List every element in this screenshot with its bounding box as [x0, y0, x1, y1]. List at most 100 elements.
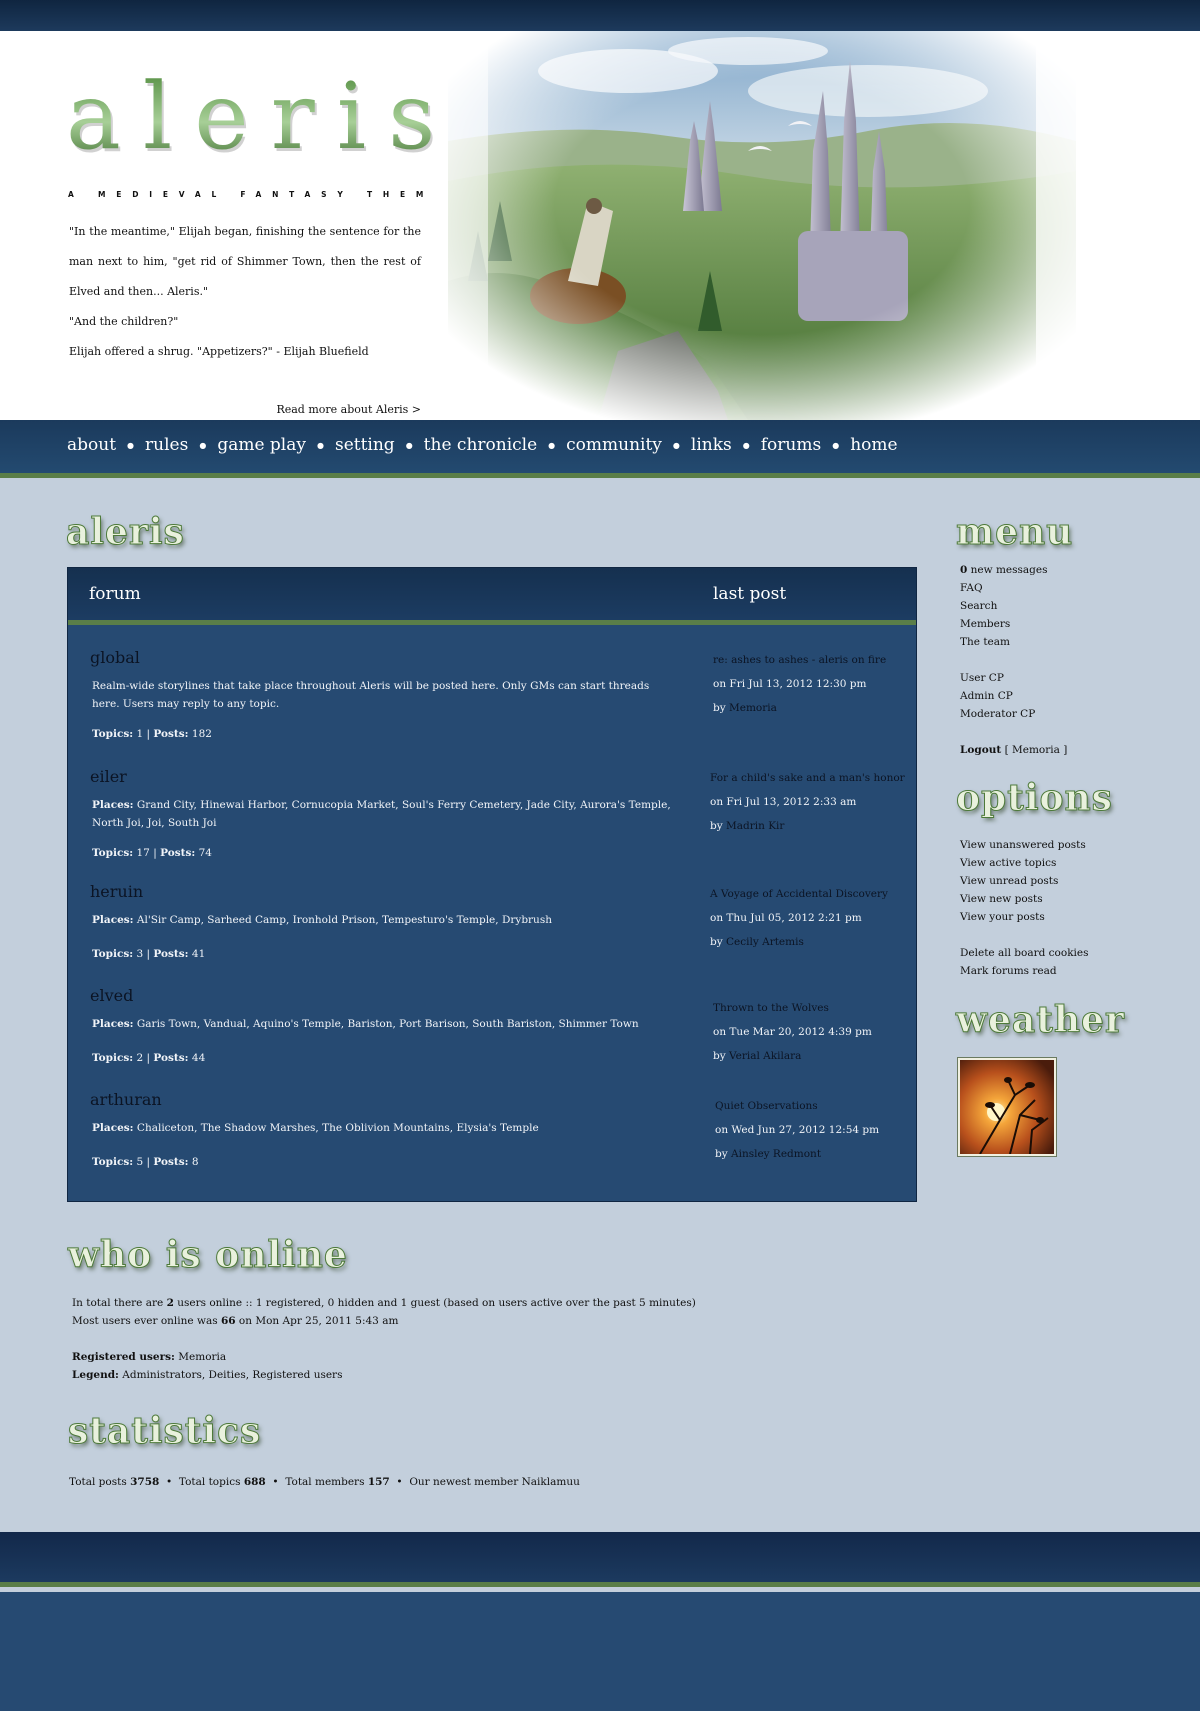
- topics-count: 17: [136, 847, 150, 859]
- nav-separator: ●: [316, 440, 324, 450]
- read-more-link[interactable]: Read more about Aleris >: [200, 403, 421, 416]
- menu-user-cp[interactable]: User CP: [960, 672, 1004, 684]
- site-logo[interactable]: aleris: [66, 67, 457, 167]
- places-list: Chaliceton, The Shadow Marshes, The Obli…: [136, 1122, 539, 1134]
- online-count: 2: [166, 1297, 174, 1309]
- view-unanswered-posts[interactable]: View unanswered posts: [960, 839, 1086, 851]
- total-topics-value: 688: [243, 1476, 266, 1488]
- last-post-author[interactable]: Memoria: [729, 702, 777, 714]
- nav-separator: ●: [832, 440, 840, 450]
- last-post-author[interactable]: Cecily Artemis: [726, 936, 804, 948]
- menu-search[interactable]: Search: [960, 600, 997, 612]
- nav-forums[interactable]: forums: [761, 435, 821, 455]
- posts-count: 182: [191, 728, 212, 740]
- nav-the-chronicle[interactable]: the chronicle: [424, 435, 537, 455]
- nav-game-play[interactable]: game play: [217, 435, 306, 455]
- logout-label: Logout: [960, 744, 1002, 756]
- topics-count: 2: [136, 1052, 144, 1064]
- posts-count: 74: [198, 847, 212, 859]
- nav-setting[interactable]: setting: [335, 435, 395, 455]
- statistics-title: statistics: [67, 1410, 262, 1453]
- registered-user-link[interactable]: Memoria: [178, 1351, 226, 1363]
- forum-table-header: forum last post: [68, 568, 916, 625]
- last-post-date: on Wed Jun 27, 2012 12:54 pm: [715, 1124, 880, 1136]
- last-post-link[interactable]: Quiet Observations: [715, 1094, 915, 1118]
- footer-band: [0, 1532, 1200, 1587]
- category-title: aleris: [66, 511, 185, 554]
- newest-member-link[interactable]: Naiklamuu: [522, 1476, 580, 1488]
- forum-title[interactable]: global: [90, 648, 140, 667]
- online-total-line: In total there are 2 users online :: 1 r…: [72, 1294, 696, 1312]
- logout-user: [ Memoria ]: [1004, 744, 1068, 756]
- delete-board-cookies[interactable]: Delete all board cookies: [960, 947, 1089, 959]
- stat-bullet: •: [396, 1476, 403, 1488]
- nav-links[interactable]: links: [691, 435, 732, 455]
- last-post-info: A Voyage of Accidental Discovery on Thu …: [710, 882, 915, 954]
- last-post-author[interactable]: Madrin Kir: [726, 820, 784, 832]
- stats-separator: |: [146, 948, 151, 960]
- view-active-topics[interactable]: View active topics: [960, 857, 1056, 869]
- forum-title[interactable]: heruin: [90, 882, 143, 901]
- posts-label: Posts:: [153, 948, 189, 960]
- nav-rules[interactable]: rules: [145, 435, 188, 455]
- last-post-author[interactable]: Ainsley Redmont: [731, 1148, 821, 1160]
- online-text: users online :: 1 registered, 0 hidden a…: [177, 1297, 696, 1309]
- places-label: Places:: [92, 799, 134, 811]
- menu-members[interactable]: Members: [960, 618, 1010, 630]
- last-post-link[interactable]: re: ashes to ashes - aleris on fire: [713, 648, 913, 672]
- stat-label: Total posts: [69, 1476, 127, 1488]
- posts-count: 44: [191, 1052, 206, 1064]
- nav-about[interactable]: about: [67, 435, 116, 455]
- posts-label: Posts:: [153, 728, 189, 740]
- topics-label: Topics:: [92, 847, 134, 859]
- forum-title[interactable]: arthuran: [90, 1090, 162, 1109]
- options-title: options: [956, 777, 1113, 820]
- last-post-link[interactable]: Thrown to the Wolves: [713, 996, 913, 1020]
- last-post-info: For a child's sake and a man's honor on …: [710, 766, 915, 838]
- places-list: Al'Sir Camp, Sarheed Camp, Ironhold Pris…: [136, 914, 552, 926]
- nav-home[interactable]: home: [850, 435, 897, 455]
- forum-row: heruin Places: Al'Sir Camp, Sarheed Camp…: [68, 882, 916, 977]
- stats-separator: |: [153, 847, 157, 859]
- forum-title[interactable]: eiler: [90, 767, 127, 786]
- view-your-posts[interactable]: View your posts: [960, 911, 1045, 923]
- forum-stats: Topics: 3 | Posts: 41: [92, 948, 205, 960]
- new-messages-link[interactable]: 0 new messages: [960, 564, 1048, 576]
- by-label: by: [715, 1148, 728, 1160]
- nav-community[interactable]: community: [566, 435, 662, 455]
- forum-places: Places: Chaliceton, The Shadow Marshes, …: [92, 1119, 672, 1137]
- nav-separator: ●: [672, 440, 680, 450]
- view-new-posts[interactable]: View new posts: [960, 893, 1043, 905]
- new-messages-label: new messages: [970, 564, 1048, 576]
- forum-stats: Topics: 1 | Posts: 182: [92, 728, 212, 740]
- mark-forums-read[interactable]: Mark forums read: [960, 965, 1057, 977]
- places-label: Places:: [92, 1018, 134, 1030]
- online-record-line: Most users ever online was 66 on Mon Apr…: [72, 1312, 696, 1330]
- stat-label: Total topics: [178, 1476, 241, 1488]
- menu-moderator-cp[interactable]: Moderator CP: [960, 708, 1035, 720]
- forum-title[interactable]: elved: [90, 986, 133, 1005]
- by-label: by: [710, 820, 723, 832]
- menu-faq[interactable]: FAQ: [960, 582, 983, 594]
- logout-link[interactable]: Logout [ Memoria ]: [960, 744, 1067, 756]
- last-post-link[interactable]: For a child's sake and a man's honor: [710, 766, 915, 790]
- last-post-link[interactable]: A Voyage of Accidental Discovery: [710, 882, 915, 906]
- weather-title: weather: [956, 999, 1125, 1042]
- menu-admin-cp[interactable]: Admin CP: [960, 690, 1013, 702]
- menu-list: 0 new messages FAQ Search Members The te…: [960, 561, 1067, 759]
- forum-row: arthuran Places: Chaliceton, The Shadow …: [68, 1090, 916, 1185]
- topics-count: 5: [136, 1156, 144, 1168]
- column-header-last-post: last post: [713, 584, 787, 604]
- last-post-author[interactable]: Verial Akilara: [729, 1050, 801, 1062]
- options-list: View unanswered posts View active topics…: [960, 836, 1089, 980]
- by-label: by: [713, 1050, 726, 1062]
- forum-stats: Topics: 17 | Posts: 74: [92, 847, 212, 859]
- forum-description: Realm-wide storylines that take place th…: [92, 680, 650, 710]
- total-members-value: 157: [367, 1476, 390, 1488]
- stat-label: Our newest member: [409, 1476, 519, 1488]
- posts-label: Posts:: [153, 1156, 189, 1168]
- last-post-date: on Fri Jul 13, 2012 12:30 pm: [713, 678, 867, 690]
- menu-the-team[interactable]: The team: [960, 636, 1010, 648]
- view-unread-posts[interactable]: View unread posts: [960, 875, 1058, 887]
